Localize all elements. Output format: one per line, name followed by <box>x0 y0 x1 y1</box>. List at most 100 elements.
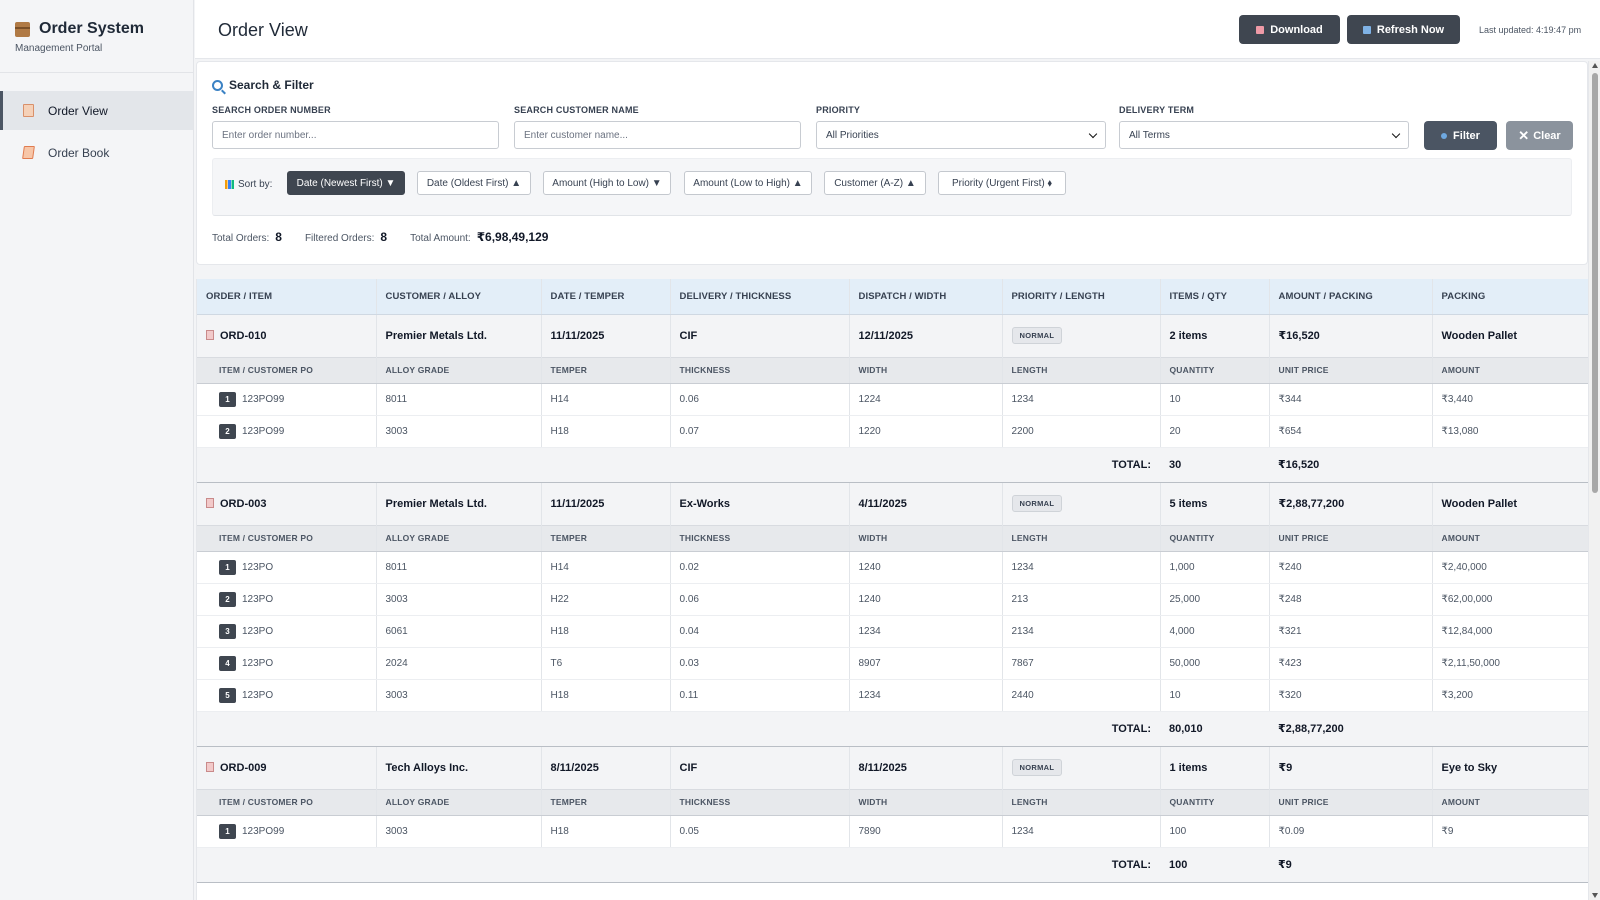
priority-badge: NORMAL <box>1011 495 1063 512</box>
order-delivery: CIF <box>670 313 850 357</box>
item-subheader: ALLOY GRADE <box>376 356 542 384</box>
column-header: PACKING <box>1432 279 1588 315</box>
item-qty: 10 <box>1160 383 1270 416</box>
item-customer-po: 123PO <box>242 657 274 669</box>
item-alloy: 3003 <box>376 583 542 616</box>
sort-date-newest[interactable]: Date (Newest First) ▼ <box>287 171 405 195</box>
item-subheader: UNIT PRICE <box>1269 356 1433 384</box>
sort-priority[interactable]: Priority (Urgent First) ⬧ <box>938 171 1066 195</box>
item-width: 1220 <box>849 415 1003 448</box>
item-po-cell: 4 123PO <box>197 647 377 680</box>
order-id-cell: ORD-010 <box>197 313 377 357</box>
item-row: 2 123PO99 3003 H18 0.07 1220 2200 20 ₹654 ₹13,080 <box>197 415 1588 448</box>
item-subheader: WIDTH <box>849 356 1003 384</box>
priority-select[interactable]: All Priorities <box>816 121 1106 149</box>
sidebar-item-order-book[interactable]: Order Book <box>0 133 193 172</box>
order-priority-cell: NORMAL <box>1002 313 1161 357</box>
sidebar-item-order-view[interactable]: Order View <box>0 91 193 130</box>
item-temper: T6 <box>541 647 671 680</box>
orders-table-container: ORDER / ITEM CUSTOMER / ALLOY DATE / TEMPE… <box>196 279 1588 900</box>
clear-button[interactable]: ✕ Clear <box>1506 121 1573 150</box>
item-subheader: THICKNESS <box>670 524 850 552</box>
item-subheader-row: ITEM / CUSTOMER PO ALLOY GRADE TEMPER THICK… <box>197 788 1588 816</box>
scroll-up-arrow-icon[interactable] <box>1592 63 1598 68</box>
total-amount-label: Total Amount: <box>410 233 471 244</box>
item-temper: H14 <box>541 383 671 416</box>
item-unit: ₹654 <box>1269 415 1433 448</box>
item-subheader-row: ITEM / CUSTOMER PO ALLOY GRADE TEMPER THICK… <box>197 524 1588 552</box>
total-label: TOTAL: <box>197 847 1160 883</box>
item-row: 1 123PO99 3003 H18 0.05 7890 1234 100 ₹0.09 ₹9 <box>197 815 1588 848</box>
item-unit: ₹321 <box>1269 615 1433 648</box>
order-row[interactable]: ORD-009 Tech Alloys Inc. 8/11/2025 CIF 8/11/… <box>197 745 1588 789</box>
delivery-term-select[interactable]: All Terms <box>1119 121 1409 149</box>
total-empty <box>1432 447 1588 483</box>
order-amount: ₹16,520 <box>1269 313 1433 357</box>
item-width: 1234 <box>849 615 1003 648</box>
filter-title-text: Search & Filter <box>229 78 314 92</box>
item-row: 1 123PO99 8011 H14 0.06 1224 1234 10 ₹344 ₹3,440 <box>197 383 1588 416</box>
order-search-label: SEARCH ORDER NUMBER <box>212 105 331 115</box>
total-orders-label: Total Orders: <box>212 233 270 244</box>
customer-search-input[interactable] <box>514 121 801 149</box>
order-search-input[interactable] <box>212 121 499 149</box>
item-qty: 1,000 <box>1160 551 1270 584</box>
sidebar: Order System Management Portal Order Vie… <box>0 0 194 900</box>
page-title: Order View <box>218 20 308 40</box>
column-header: PRIORITY / LENGTH <box>1002 279 1161 315</box>
order-items: 1 items <box>1160 745 1270 789</box>
order-stats: Total Orders: 8 Filtered Orders: 8 Total… <box>212 230 571 244</box>
sort-amount-low[interactable]: Amount (Low to High) ▲ <box>684 171 812 195</box>
item-subheader: ITEM / CUSTOMER PO <box>197 788 377 816</box>
total-label: TOTAL: <box>197 447 1160 483</box>
item-qty: 25,000 <box>1160 583 1270 616</box>
sort-date-oldest[interactable]: Date (Oldest First) ▲ <box>417 171 531 195</box>
order-row[interactable]: ORD-010 Premier Metals Ltd. 11/11/2025 CIF 1… <box>197 313 1588 357</box>
item-qty: 10 <box>1160 679 1270 712</box>
item-subheader: TEMPER <box>541 356 671 384</box>
item-width: 8907 <box>849 647 1003 680</box>
item-subheader: ITEM / CUSTOMER PO <box>197 356 377 384</box>
item-subheader: AMOUNT <box>1432 356 1588 384</box>
item-number-badge: 2 <box>219 423 236 439</box>
total-amount-value: ₹6,98,49,129 <box>476 230 549 244</box>
item-po-cell: 2 123PO99 <box>197 415 377 448</box>
item-thickness: 0.06 <box>670 383 850 416</box>
sort-bar: Sort by: Date (Newest First) ▼ Date (Old… <box>212 158 1572 216</box>
download-button[interactable]: Download <box>1239 15 1340 44</box>
order-id-cell: ORD-009 <box>197 745 377 789</box>
item-width: 1240 <box>849 551 1003 584</box>
order-priority-cell: NORMAL <box>1002 745 1161 789</box>
order-id: ORD-003 <box>220 497 267 510</box>
scroll-thumb[interactable] <box>1592 73 1598 493</box>
item-length: 1234 <box>1002 815 1161 848</box>
item-amount: ₹2,40,000 <box>1432 551 1588 584</box>
sort-amount-high[interactable]: Amount (High to Low) ▼ <box>543 171 671 195</box>
item-length: 1234 <box>1002 383 1161 416</box>
item-subheader: TEMPER <box>541 524 671 552</box>
item-row: 1 123PO 8011 H14 0.02 1240 1234 1,000 ₹240 ₹2,40,… <box>197 551 1588 584</box>
item-number-badge: 1 <box>219 823 236 839</box>
scroll-down-arrow-icon[interactable] <box>1592 893 1598 898</box>
item-width: 1224 <box>849 383 1003 416</box>
item-thickness: 0.06 <box>670 583 850 616</box>
sort-customer[interactable]: Customer (A-Z) ▲ <box>824 171 926 195</box>
page-scrollbar[interactable] <box>1588 61 1600 900</box>
delivery-select-value: All Terms <box>1129 129 1170 141</box>
item-subheader: QUANTITY <box>1160 356 1270 384</box>
order-items: 5 items <box>1160 481 1270 525</box>
order-total-row: TOTAL: 30 ₹16,520 <box>197 447 1588 483</box>
priority-badge: NORMAL <box>1011 759 1063 776</box>
item-po-cell: 1 123PO <box>197 551 377 584</box>
item-unit: ₹344 <box>1269 383 1433 416</box>
item-alloy: 3003 <box>376 815 542 848</box>
refresh-button[interactable]: Refresh Now <box>1347 15 1460 44</box>
item-customer-po: 123PO <box>242 561 274 573</box>
filter-button[interactable]: Filter <box>1424 121 1497 150</box>
item-thickness: 0.11 <box>670 679 850 712</box>
filter-button-label: Filter <box>1453 129 1480 142</box>
bar-chart-icon <box>225 180 234 189</box>
item-subheader: ALLOY GRADE <box>376 524 542 552</box>
item-subheader: THICKNESS <box>670 788 850 816</box>
order-row[interactable]: ORD-003 Premier Metals Ltd. 11/11/2025 Ex-W… <box>197 481 1588 525</box>
